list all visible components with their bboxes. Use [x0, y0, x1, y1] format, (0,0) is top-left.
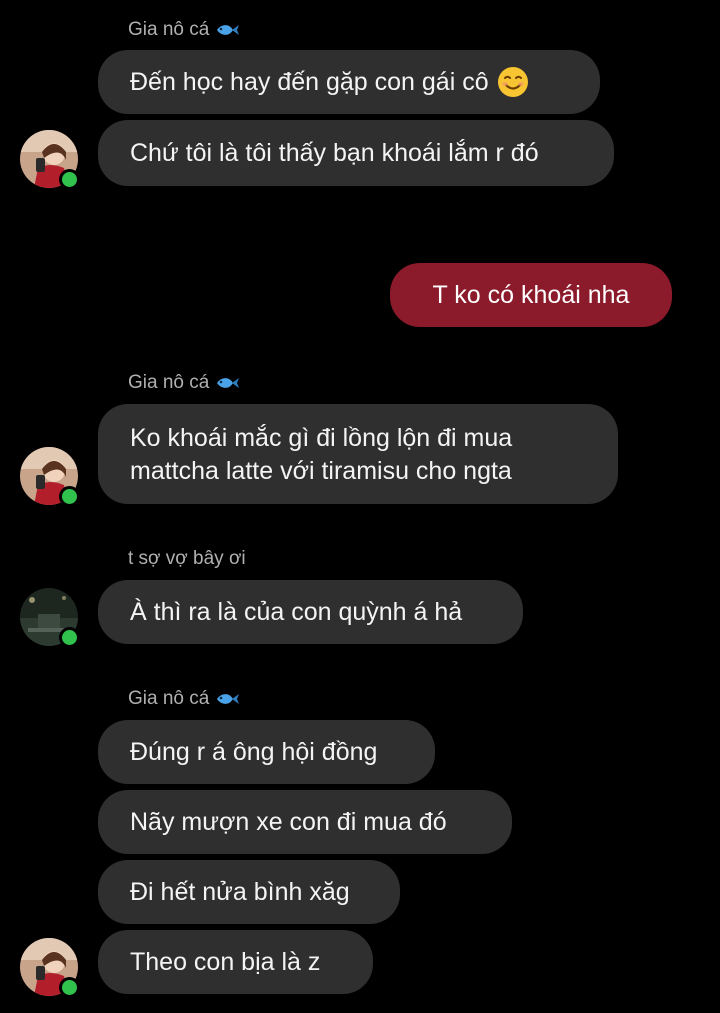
message-text: Nãy mượn xe con đi mua đó [130, 807, 447, 836]
avatar[interactable] [20, 588, 80, 648]
message-text: Đúng r á ông hội đồng [130, 737, 378, 766]
online-status-indicator [59, 977, 80, 998]
message-bubble[interactable]: Nãy mượn xe con đi mua đó [98, 790, 512, 854]
sender-name-text: t sợ vợ bây ơi [128, 548, 246, 569]
online-status-indicator [59, 627, 80, 648]
my-message-bubble[interactable]: T ko có khoái nha [390, 263, 672, 327]
fish-icon [217, 25, 240, 35]
sender-name-text: Gia nô cá [128, 688, 210, 709]
message-bubble[interactable]: Đến học hay đến gặp con gái cô [98, 50, 600, 114]
sender-name: Gia nô cá [128, 370, 240, 396]
message-text: T ko có khoái nha [432, 280, 630, 309]
message-bubble[interactable]: Đi hết nửa bình xăg [98, 860, 400, 924]
online-status-indicator [59, 486, 80, 507]
sender-name: t sợ vợ bây ơi [128, 546, 246, 572]
avatar[interactable] [20, 938, 80, 998]
message-bubble[interactable]: Ko khoái mắc gì đi lồng lộn đi mua mattc… [98, 404, 618, 504]
fish-icon [217, 378, 240, 388]
online-status-indicator [59, 169, 80, 190]
smiling-face-emoji [497, 67, 528, 97]
message-bubble[interactable]: Chứ tôi là tôi thấy bạn khoái lắm r đó [98, 120, 614, 186]
sender-name-text: Gia nô cá [128, 372, 210, 393]
avatar[interactable] [20, 130, 80, 190]
message-text: Đi hết nửa bình xăg [130, 877, 350, 906]
sender-name: Gia nô cá [128, 686, 240, 712]
fish-icon [217, 694, 240, 704]
message-bubble[interactable]: À thì ra là của con quỳnh á hả [98, 580, 523, 644]
message-bubble[interactable]: Theo con bịa là z [98, 930, 373, 994]
message-line: Ko khoái mắc gì đi lồng lộn đi mua [130, 424, 513, 452]
sender-name-text: Gia nô cá [128, 19, 210, 40]
message-text: Chứ tôi là tôi thấy bạn khoái lắm r đó [130, 138, 539, 167]
message-text: Theo con bịa là z [130, 947, 321, 976]
message-bubble[interactable]: Đúng r á ông hội đồng [98, 720, 435, 784]
avatar[interactable] [20, 447, 80, 507]
message-text: Đến học hay đến gặp con gái cô [130, 67, 489, 96]
message-text: À thì ra là của con quỳnh á hả [130, 597, 463, 626]
message-line: mattcha latte với tiramisu cho ngta [130, 457, 512, 485]
message-text: Ko khoái mắc gì đi lồng lộn đi mua mattc… [130, 422, 512, 488]
sender-name: Gia nô cá [128, 17, 240, 43]
